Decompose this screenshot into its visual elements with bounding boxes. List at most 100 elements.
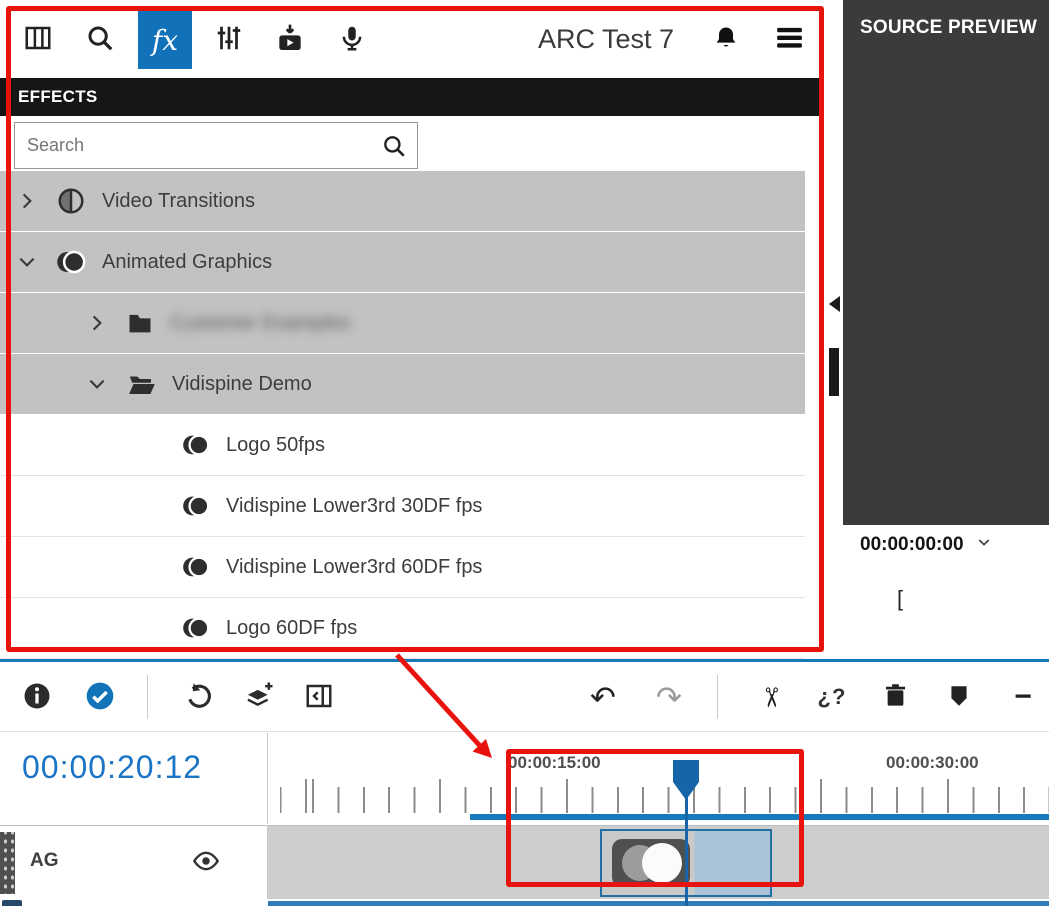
animated-graphics-icon xyxy=(182,492,210,520)
source-preview-title: SOURCE PREVIEW xyxy=(860,17,1037,39)
tree-row-vidispine-demo[interactable]: Vidispine Demo xyxy=(0,354,805,414)
delete-button[interactable] xyxy=(872,674,918,720)
thumbnail-circle-white xyxy=(642,843,682,883)
effects-fx-button[interactable]: fx xyxy=(138,11,192,69)
adjust-sliders-button[interactable] xyxy=(206,14,252,64)
track-lane[interactable] xyxy=(268,825,1049,899)
panel-splitter-handle[interactable] xyxy=(829,348,839,396)
animated-graphics-icon xyxy=(182,553,210,581)
ruler-label: 00:00:15:00 xyxy=(508,753,601,773)
effects-panel-header: EFFECTS xyxy=(0,78,822,116)
timeline-toolbar: ↶ ↷ ✂ ¿? − xyxy=(0,662,1049,732)
notifications-bell-icon xyxy=(712,24,740,55)
tree-item-lower3rd-30df[interactable]: Vidispine Lower3rd 30DF fps xyxy=(0,476,805,537)
folder-closed-icon xyxy=(126,309,154,337)
microphone-icon xyxy=(337,23,367,56)
notifications-button[interactable] xyxy=(703,14,749,64)
add-marker-button[interactable] xyxy=(936,674,982,720)
top-toolbar: fx ARC Test 7 xyxy=(0,0,843,78)
tree-label: Customer Examples xyxy=(170,312,350,335)
tree-row-animated-graphics[interactable]: Animated Graphics xyxy=(0,232,805,292)
clip-thumbnail xyxy=(612,839,690,887)
adjust-sliders-icon xyxy=(214,23,244,56)
timeline-timecode-cell: 00:00:20:12 xyxy=(0,733,268,824)
chevron-right-icon[interactable] xyxy=(84,313,110,333)
timeline-panel: ↶ ↷ ✂ ¿? − 00:00:20:12 xyxy=(0,659,1049,906)
toolbar-separator xyxy=(147,675,148,719)
redo-icon: ↷ xyxy=(656,682,682,713)
tree-label: Vidispine Demo xyxy=(172,373,312,396)
scissors-icon: ✂ xyxy=(757,686,784,709)
menu-button[interactable] xyxy=(766,14,812,64)
reset-button[interactable] xyxy=(176,674,222,720)
timeline-ruler[interactable]: 00:00:15:00 00:00:30:00 xyxy=(268,733,1049,824)
add-layer-icon xyxy=(243,680,275,715)
source-preview-panel: SOURCE PREVIEW 00:00:00:00 [ xyxy=(843,0,1049,660)
chevron-down-icon[interactable] xyxy=(84,374,110,394)
tree-label: Video Transitions xyxy=(102,190,255,213)
tree-label: Animated Graphics xyxy=(102,251,272,274)
panel-collapse-arrow-icon[interactable] xyxy=(829,296,840,312)
export-video-button[interactable] xyxy=(267,14,313,64)
approve-check-button[interactable] xyxy=(77,674,123,720)
ruler-label: 00:00:30:00 xyxy=(886,753,979,773)
track-header: AG xyxy=(0,825,268,899)
add-layer-button[interactable] xyxy=(236,674,282,720)
search-tool-button[interactable] xyxy=(77,14,123,64)
chevron-right-icon[interactable] xyxy=(14,191,40,211)
mark-in-bracket: [ xyxy=(897,586,903,612)
search-icon xyxy=(85,23,115,56)
export-video-icon xyxy=(274,22,306,57)
chevron-down-icon[interactable] xyxy=(14,252,40,272)
undo-button[interactable]: ↶ xyxy=(580,674,626,720)
cut-button[interactable]: ✂ xyxy=(747,674,793,720)
help-button[interactable]: ¿? xyxy=(809,674,855,720)
source-preview-timecode[interactable]: 00:00:00:00 xyxy=(860,534,992,556)
current-timecode: 00:00:20:12 xyxy=(22,749,202,786)
next-track-clip-edge xyxy=(268,901,1049,906)
effects-search-input[interactable] xyxy=(15,123,417,168)
track-drag-handle[interactable] xyxy=(0,832,15,894)
effects-search-box xyxy=(14,122,418,169)
track-name: AG xyxy=(30,850,59,872)
animated-graphics-icon xyxy=(56,247,86,277)
microphone-button[interactable] xyxy=(329,14,375,64)
help-icon: ¿? xyxy=(818,686,847,708)
track-visibility-button[interactable] xyxy=(188,846,224,878)
tree-row-customer-examples[interactable]: Customer Examples xyxy=(0,293,805,353)
tree-item-logo-50fps[interactable]: Logo 50fps xyxy=(0,415,805,476)
panels-icon xyxy=(23,23,53,56)
check-circle-icon xyxy=(84,680,116,715)
sequence-range-bar xyxy=(470,814,1049,820)
fx-effects-icon: fx xyxy=(152,24,178,57)
info-button[interactable] xyxy=(14,674,60,720)
eye-icon xyxy=(192,847,220,878)
tree-label: Vidispine Lower3rd 60DF fps xyxy=(226,556,482,579)
menu-icon xyxy=(773,21,806,57)
panels-button[interactable] xyxy=(15,14,61,64)
effects-tree: Video Transitions Animated Graphics Cust… xyxy=(0,171,805,659)
transition-icon xyxy=(56,186,86,216)
undo-icon: ↶ xyxy=(590,682,616,713)
tree-row-video-transitions[interactable]: Video Transitions xyxy=(0,171,805,231)
tree-item-lower3rd-60df[interactable]: Vidispine Lower3rd 60DF fps xyxy=(0,537,805,598)
tree-item-logo-60df[interactable]: Logo 60DF fps xyxy=(0,598,805,659)
ruler-minor-ticks xyxy=(280,787,1049,813)
animated-graphics-icon xyxy=(182,614,210,642)
tree-label: Logo 60DF fps xyxy=(226,617,357,640)
search-icon[interactable] xyxy=(381,133,407,164)
tree-label: Logo 50fps xyxy=(226,434,325,457)
zoom-out-button[interactable]: − xyxy=(1000,674,1046,720)
redo-button[interactable]: ↷ xyxy=(646,674,692,720)
folder-open-icon xyxy=(126,369,156,399)
info-icon xyxy=(22,681,52,714)
minus-icon: − xyxy=(1014,682,1032,712)
toggle-side-panel-button[interactable] xyxy=(296,674,342,720)
trash-icon xyxy=(882,682,909,712)
source-preview-video: SOURCE PREVIEW xyxy=(843,0,1049,525)
marker-icon xyxy=(946,683,972,712)
tree-label: Vidispine Lower3rd 30DF fps xyxy=(226,495,482,518)
chevron-down-icon[interactable] xyxy=(976,534,992,556)
rotate-reset-icon xyxy=(184,681,214,714)
next-track-handle[interactable] xyxy=(2,900,22,906)
